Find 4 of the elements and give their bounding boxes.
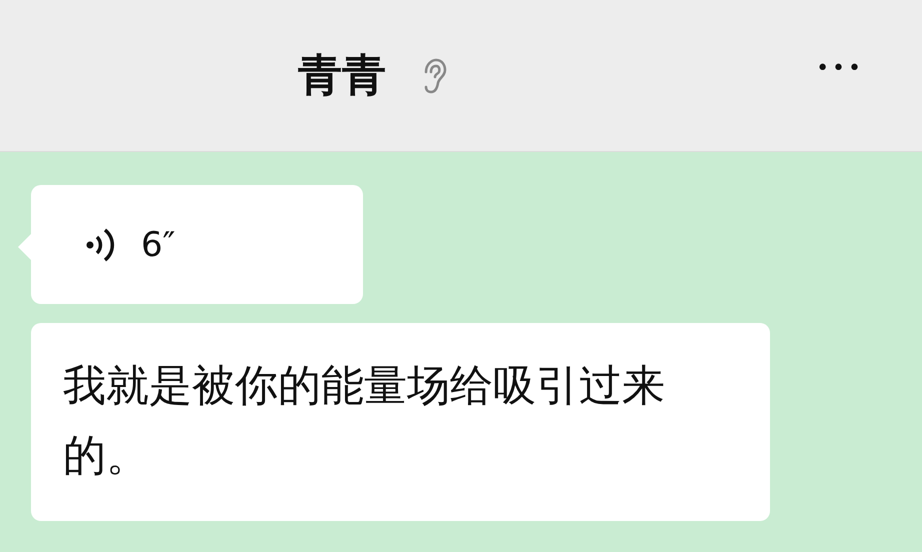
more-button[interactable]: ••• xyxy=(816,56,864,81)
chat-title: 青青 xyxy=(298,49,386,103)
text-message: 我就是被你的能量场给吸引过来的。 xyxy=(31,323,770,521)
voice-duration: 6″ xyxy=(141,224,176,264)
